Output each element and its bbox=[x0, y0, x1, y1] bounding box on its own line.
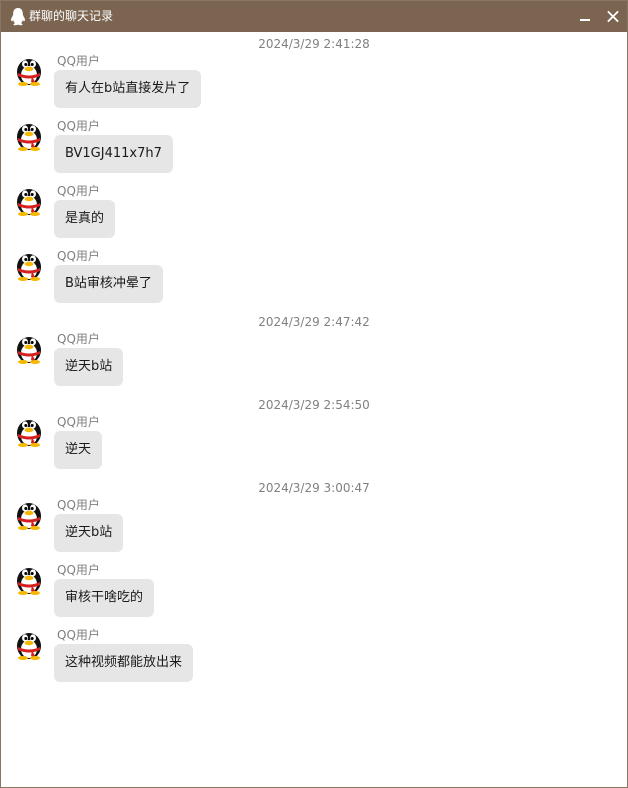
qq-penguin-avatar[interactable] bbox=[14, 332, 44, 364]
sender-name: QQ用户 bbox=[57, 249, 100, 263]
message-bubble[interactable]: 是真的 bbox=[54, 200, 116, 238]
sender-name: QQ用户 bbox=[57, 119, 100, 133]
message-bubble[interactable]: B站审核冲晕了 bbox=[54, 265, 163, 303]
message-item: QQ用户 这种视频都能放出来 bbox=[1, 628, 627, 688]
message-bubble[interactable]: 有人在b站直接发片了 bbox=[54, 70, 202, 108]
message-bubble[interactable]: 逆天b站 bbox=[54, 514, 124, 552]
qq-penguin-avatar[interactable] bbox=[14, 249, 44, 281]
message-item: QQ用户 逆天 bbox=[1, 415, 627, 475]
qq-penguin-avatar[interactable] bbox=[14, 628, 44, 660]
chat-history-window: 群聊的聊天记录 2024/3/29 2:41:28 QQ用户 有人在b站直接发片… bbox=[0, 0, 628, 788]
message-bubble[interactable]: 这种视频都能放出来 bbox=[54, 644, 194, 682]
qq-penguin-avatar[interactable] bbox=[14, 54, 44, 86]
qq-penguin-avatar[interactable] bbox=[14, 184, 44, 216]
timestamp: 2024/3/29 2:41:28 bbox=[258, 37, 370, 51]
qq-penguin-icon bbox=[10, 7, 26, 26]
sender-name: QQ用户 bbox=[57, 415, 100, 429]
sender-name: QQ用户 bbox=[57, 332, 100, 346]
title-bar[interactable]: 群聊的聊天记录 bbox=[1, 1, 627, 32]
sender-name: QQ用户 bbox=[57, 54, 100, 68]
message-item: QQ用户 有人在b站直接发片了 bbox=[1, 54, 627, 114]
message-list[interactable]: 2024/3/29 2:41:28 QQ用户 有人在b站直接发片了 QQ用户 B… bbox=[1, 32, 627, 787]
message-item: QQ用户 逆天b站 bbox=[1, 498, 627, 558]
qq-penguin-avatar[interactable] bbox=[14, 415, 44, 447]
message-item: QQ用户 BV1GJ411x7h7 bbox=[1, 119, 627, 179]
close-button[interactable] bbox=[601, 6, 625, 28]
minimize-button[interactable] bbox=[573, 7, 597, 27]
qq-penguin-avatar[interactable] bbox=[14, 563, 44, 595]
window-title: 群聊的聊天记录 bbox=[29, 9, 114, 23]
message-bubble[interactable]: 逆天b站 bbox=[54, 348, 124, 386]
sender-name: QQ用户 bbox=[57, 498, 100, 512]
message-item: QQ用户 逆天b站 bbox=[1, 332, 627, 392]
timestamp: 2024/3/29 2:47:42 bbox=[258, 315, 370, 329]
qq-penguin-avatar[interactable] bbox=[14, 498, 44, 530]
timestamp: 2024/3/29 2:54:50 bbox=[258, 398, 370, 412]
message-bubble[interactable]: BV1GJ411x7h7 bbox=[54, 135, 173, 173]
timestamp: 2024/3/29 3:00:47 bbox=[258, 481, 370, 495]
qq-penguin-avatar[interactable] bbox=[14, 119, 44, 151]
message-item: QQ用户 审核干啥吃的 bbox=[1, 563, 627, 623]
sender-name: QQ用户 bbox=[57, 628, 100, 642]
sender-name: QQ用户 bbox=[57, 184, 100, 198]
close-icon bbox=[607, 10, 619, 23]
message-bubble[interactable]: 审核干啥吃的 bbox=[54, 579, 155, 617]
sender-name: QQ用户 bbox=[57, 563, 100, 577]
message-bubble[interactable]: 逆天 bbox=[54, 431, 103, 469]
message-item: QQ用户 B站审核冲晕了 bbox=[1, 249, 627, 309]
message-item: QQ用户 是真的 bbox=[1, 184, 627, 244]
